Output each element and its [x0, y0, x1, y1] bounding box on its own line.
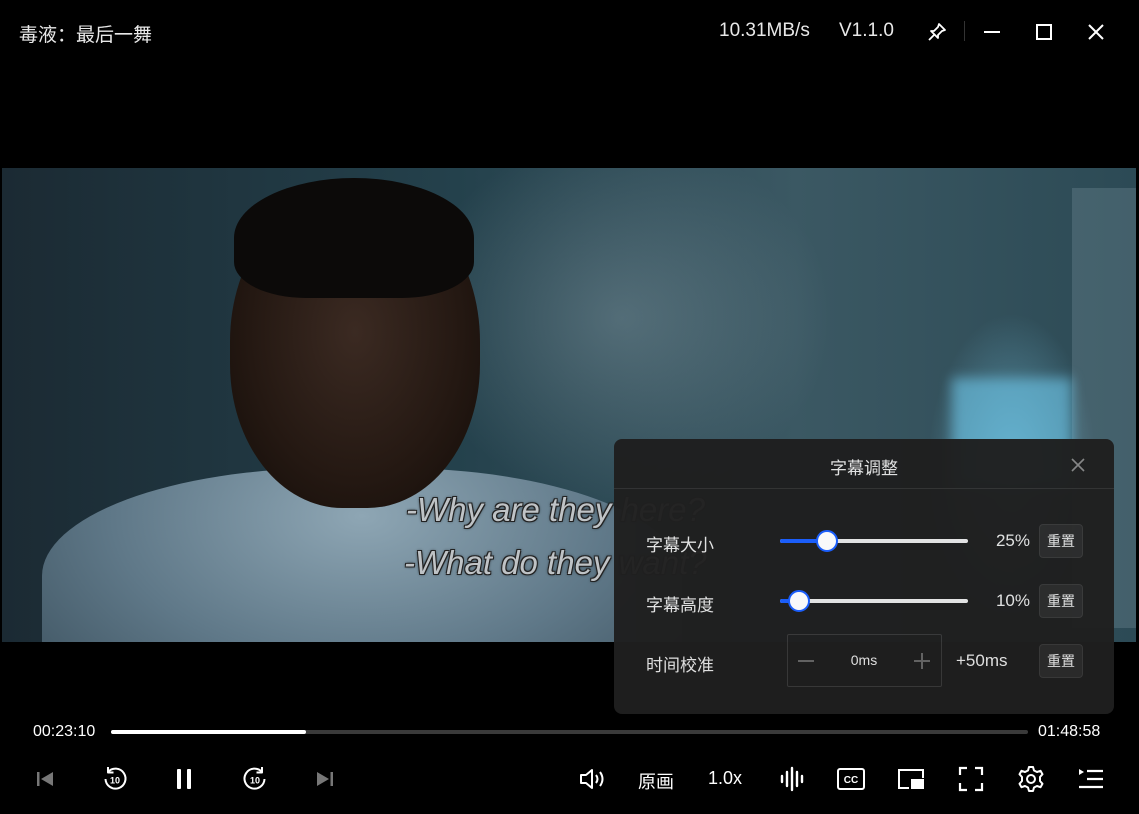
subtitle-size-reset-button[interactable]: 重置 [1039, 524, 1083, 558]
quality-button[interactable]: 原画 [638, 768, 674, 794]
subtitle-size-label: 字幕大小 [646, 536, 714, 555]
progress-fill [111, 730, 306, 734]
fullscreen-button[interactable] [953, 762, 989, 796]
version-label: V1.1.0 [839, 20, 894, 41]
volume-icon [580, 769, 604, 789]
maximize-button[interactable] [1028, 16, 1060, 48]
subtitle-height-reset-button[interactable]: 重置 [1039, 584, 1083, 618]
gear-icon [1018, 766, 1044, 792]
subtitle-height-label: 字幕高度 [646, 596, 714, 615]
svg-text:CC: CC [844, 775, 858, 786]
picture-in-picture-button[interactable] [893, 762, 929, 796]
current-time: 00:23:10 [33, 723, 96, 740]
settings-button[interactable] [1013, 762, 1049, 796]
picture-in-picture-icon [898, 769, 924, 789]
timing-offset-value: 0ms [850, 652, 878, 668]
subtitle-timing-label: 时间校准 [646, 656, 714, 675]
timing-step-amount: +50ms [956, 651, 1008, 670]
pause-button[interactable] [166, 762, 202, 796]
minus-icon [798, 659, 814, 662]
download-speed: 10.31MB/s [719, 20, 810, 41]
skip-previous-icon [37, 772, 53, 786]
rewind-10-icon: 10 [104, 767, 127, 790]
total-time: 01:48:58 [1038, 723, 1101, 740]
forward-10-icon: 10 [243, 767, 266, 790]
subtitle-timing-reset-button[interactable]: 重置 [1039, 644, 1083, 678]
forward-10-button[interactable]: 10 [237, 762, 273, 796]
close-icon [1071, 458, 1085, 472]
minimize-button[interactable] [976, 16, 1008, 48]
playback-speed-button[interactable]: 1.0x [708, 768, 742, 789]
playlist-button[interactable] [1073, 762, 1109, 796]
timing-increase-button[interactable] [904, 635, 940, 686]
subtitle-height-thumb[interactable] [787, 590, 810, 612]
subtitle-size-value: 25% [995, 531, 1030, 550]
svg-text:10: 10 [110, 776, 120, 786]
subtitle-height-slider[interactable] [780, 590, 968, 612]
close-icon [1088, 24, 1104, 40]
playlist-icon [1079, 769, 1103, 789]
volume-button[interactable] [575, 762, 611, 796]
pause-icon [177, 769, 191, 789]
minimize-icon [984, 31, 1000, 33]
progress-bar[interactable] [111, 730, 1028, 734]
closed-caption-icon: CC [837, 768, 865, 790]
skip-next-icon [317, 772, 333, 786]
window-title: 毒液：最后一舞 [19, 25, 153, 46]
panel-divider [614, 488, 1114, 489]
maximize-icon [1036, 24, 1052, 40]
previous-button[interactable] [27, 762, 63, 796]
fullscreen-icon [958, 766, 984, 792]
subtitles-button[interactable]: CC [833, 762, 869, 796]
close-button[interactable] [1080, 16, 1112, 48]
subtitle-adjust-panel: 字幕调整 字幕大小 25% 重置 字幕高度 10% 重置 时间校准 0ms +5… [614, 439, 1114, 714]
panel-title: 字幕调整 [830, 459, 898, 478]
plus-icon [914, 652, 930, 669]
audio-track-button[interactable] [774, 762, 810, 796]
next-button[interactable] [307, 762, 343, 796]
svg-text:10: 10 [250, 776, 260, 786]
subtitle-height-value: 10% [995, 591, 1030, 610]
subtitle-size-thumb[interactable] [816, 530, 838, 552]
titlebar-separator [964, 21, 965, 41]
rewind-10-button[interactable]: 10 [97, 762, 133, 796]
audio-waveform-icon [780, 766, 804, 792]
video-person-hair [234, 178, 474, 298]
panel-close-button[interactable] [1066, 453, 1090, 477]
pin-icon [928, 23, 946, 41]
subtitle-timing-stepper: 0ms [787, 634, 942, 687]
subtitle-size-slider[interactable] [780, 530, 968, 552]
timing-decrease-button[interactable] [788, 635, 824, 686]
pin-button[interactable] [921, 16, 953, 48]
